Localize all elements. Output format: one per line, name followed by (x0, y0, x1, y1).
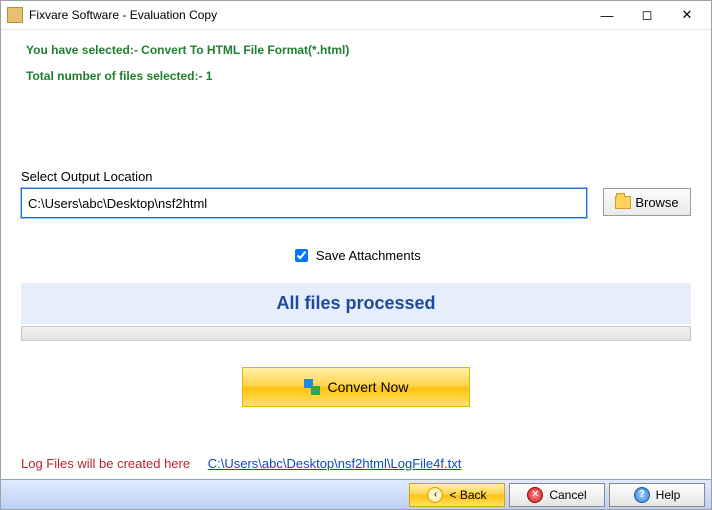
save-attachments-label-wrap[interactable]: Save Attachments (291, 248, 420, 263)
footer-bar: ‹ < Back ✕ Cancel ? Help (1, 479, 711, 509)
convert-row: Convert Now (1, 367, 711, 407)
back-button[interactable]: ‹ < Back (409, 483, 505, 507)
client-area: You have selected:- Convert To HTML File… (1, 29, 711, 509)
log-label: Log Files will be created here (21, 456, 190, 471)
titlebar: Fixvare Software - Evaluation Copy — ◻ ✕ (1, 1, 711, 30)
log-row: Log Files will be created here C:\Users\… (21, 456, 461, 471)
close-button[interactable]: ✕ (667, 1, 707, 29)
cancel-icon: ✕ (527, 487, 543, 503)
maximize-button[interactable]: ◻ (627, 1, 667, 29)
browse-button[interactable]: Browse (603, 188, 691, 216)
help-icon: ? (634, 487, 650, 503)
progress-bar (21, 326, 691, 341)
help-button[interactable]: ? Help (609, 483, 705, 507)
help-label: Help (656, 488, 681, 502)
app-window: Fixvare Software - Evaluation Copy — ◻ ✕… (0, 0, 712, 510)
output-location-label: Select Output Location (21, 169, 711, 184)
output-path-input[interactable] (21, 188, 587, 218)
save-attachments-checkbox[interactable] (295, 249, 308, 262)
output-path-row: Browse (21, 188, 691, 218)
back-icon: ‹ (427, 487, 443, 503)
browse-label: Browse (635, 195, 678, 210)
back-label: < Back (449, 488, 486, 502)
convert-now-button[interactable]: Convert Now (242, 367, 470, 407)
app-icon (7, 7, 23, 23)
save-attachments-row: Save Attachments (1, 246, 711, 265)
cancel-label: Cancel (549, 488, 586, 502)
log-path-link[interactable]: C:\Users\abc\Desktop\nsf2html\LogFile4f.… (208, 456, 462, 471)
folder-icon (615, 196, 631, 209)
status-message: All files processed (21, 283, 691, 324)
convert-icon (304, 379, 320, 395)
selected-format-text: You have selected:- Convert To HTML File… (26, 43, 711, 57)
window-title: Fixvare Software - Evaluation Copy (29, 8, 587, 22)
file-count-text: Total number of files selected:- 1 (26, 69, 711, 83)
minimize-button[interactable]: — (587, 1, 627, 29)
window-controls: — ◻ ✕ (587, 1, 707, 29)
cancel-button[interactable]: ✕ Cancel (509, 483, 605, 507)
convert-label: Convert Now (328, 379, 409, 395)
save-attachments-label: Save Attachments (316, 248, 421, 263)
